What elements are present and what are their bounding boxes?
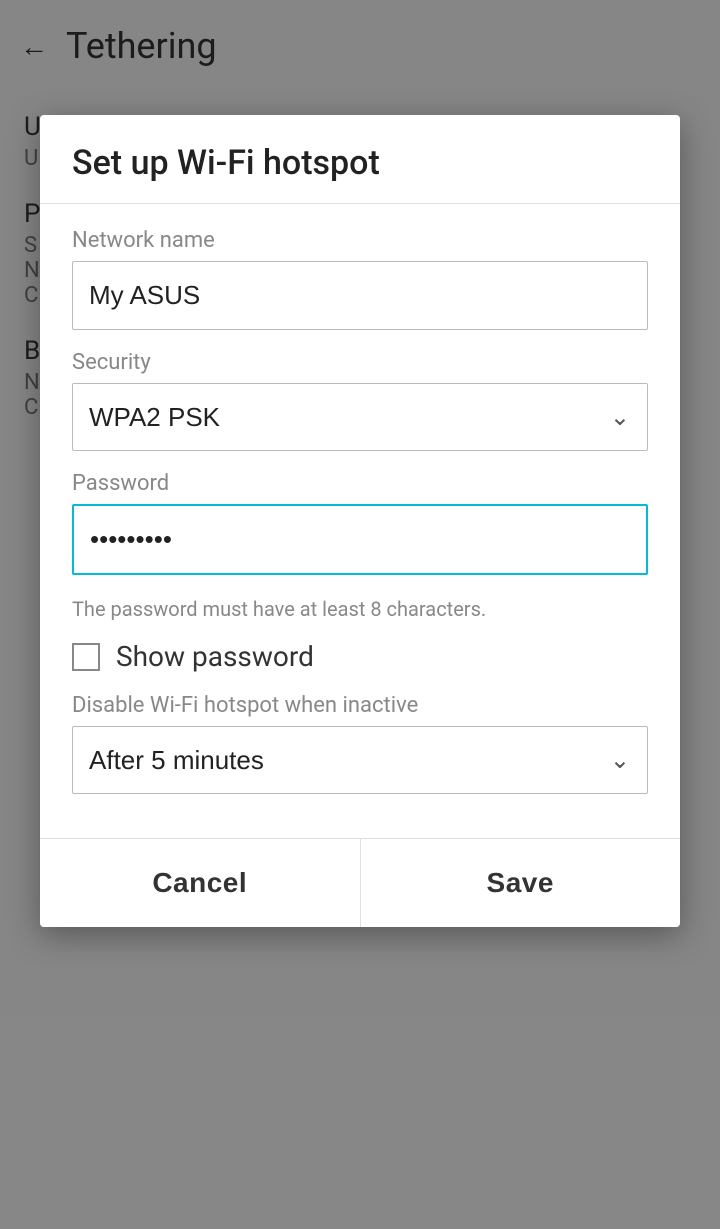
network-name-label: Network name (72, 228, 648, 253)
setup-hotspot-dialog: Set up Wi-Fi hotspot Network name Securi… (40, 115, 680, 927)
password-hint: The password must have at least 8 charac… (72, 595, 648, 624)
network-name-input[interactable] (72, 261, 648, 330)
password-input[interactable] (72, 504, 648, 575)
security-select[interactable]: Open WPA2 PSK (72, 383, 648, 451)
inactive-label: Disable Wi-Fi hotspot when inactive (72, 693, 648, 718)
show-password-label: Show password (116, 640, 314, 673)
dialog-title: Set up Wi-Fi hotspot (40, 115, 680, 204)
password-label: Password (72, 471, 648, 496)
save-button[interactable]: Save (361, 839, 681, 927)
security-label: Security (72, 350, 648, 375)
inactive-select-wrapper: Never After 5 minutes After 10 minutes A… (72, 726, 648, 794)
show-password-row[interactable]: Show password (72, 640, 648, 673)
modal-overlay: Set up Wi-Fi hotspot Network name Securi… (0, 0, 720, 1229)
security-select-wrapper: Open WPA2 PSK ⌄ (72, 383, 648, 451)
dialog-body: Network name Security Open WPA2 PSK ⌄ Pa… (40, 204, 680, 814)
inactive-select[interactable]: Never After 5 minutes After 10 minutes A… (72, 726, 648, 794)
cancel-button[interactable]: Cancel (40, 839, 361, 927)
show-password-checkbox[interactable] (72, 643, 100, 671)
dialog-footer: Cancel Save (40, 838, 680, 927)
